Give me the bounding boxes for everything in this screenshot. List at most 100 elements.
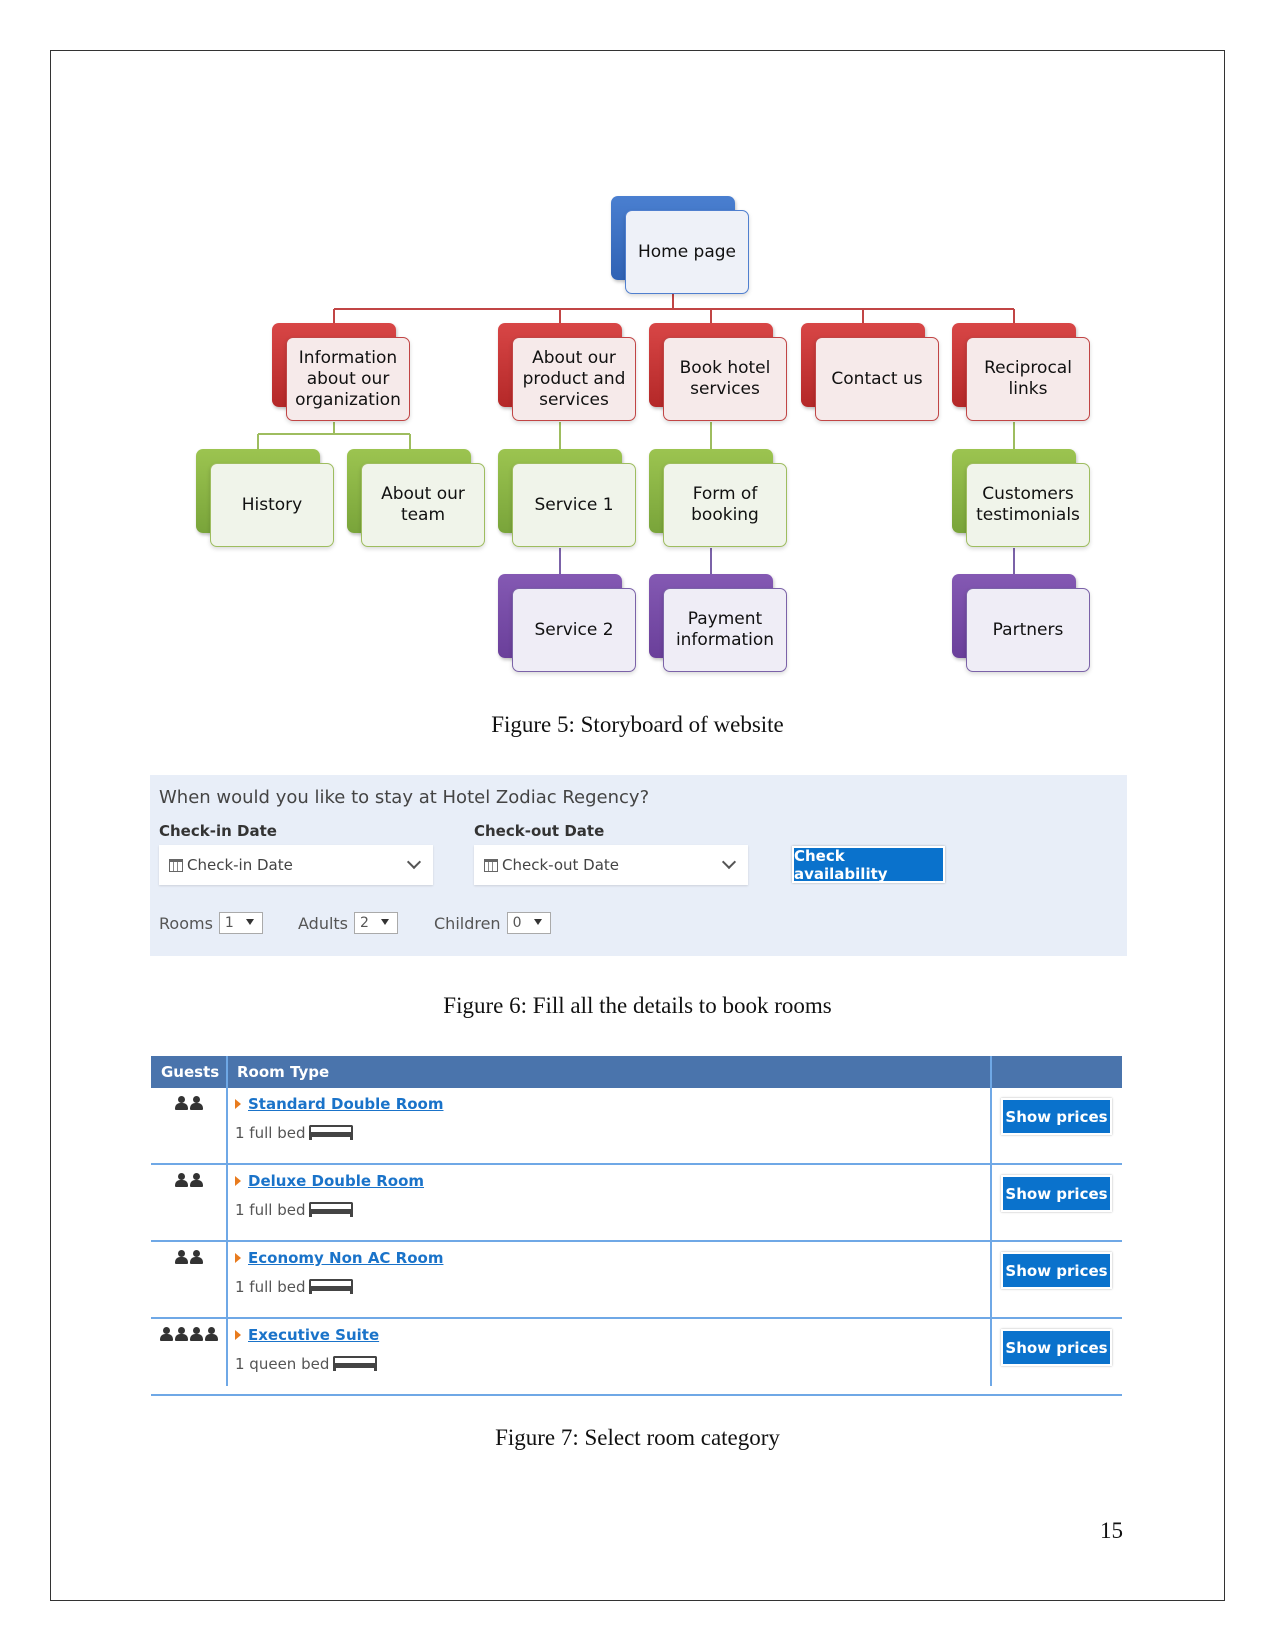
checkout-date-select[interactable]: Check-out Date: [474, 845, 748, 885]
bed-text: 1 full bed: [235, 1124, 306, 1142]
node-service-1: Service 1: [498, 449, 636, 547]
booking-form: When would you like to stay at Hotel Zod…: [150, 775, 1127, 956]
figure-6-caption: Figure 6: Fill all the details to book r…: [443, 993, 832, 1018]
table-row: Economy Non AC Room 1 full bed Show prices: [151, 1242, 1122, 1319]
bed-text: 1 queen bed: [235, 1355, 330, 1373]
checkout-label: Check-out Date: [474, 822, 605, 840]
room-name: Economy Non AC Room: [248, 1249, 444, 1267]
figure-7-caption: Figure 7: Select room category: [495, 1425, 780, 1450]
children-value: 0: [512, 915, 522, 931]
dropdown-arrow-icon: [381, 919, 390, 925]
children-field: Children 0: [434, 912, 551, 934]
person-icon: [175, 1250, 188, 1264]
node-reciprocal-links: Reciprocal links: [952, 323, 1090, 421]
bed-info: 1 queen bed: [235, 1355, 379, 1373]
rooms-value: 1: [224, 915, 234, 931]
show-prices-button[interactable]: Show prices: [1001, 1175, 1112, 1212]
person-icon: [205, 1327, 218, 1341]
room-name-link[interactable]: Economy Non AC Room: [235, 1249, 443, 1267]
person-icon: [190, 1173, 203, 1187]
node-contact-us: Contact us: [801, 323, 939, 421]
adults-label: Adults: [298, 913, 349, 933]
rooms-field: Rooms 1: [159, 912, 263, 934]
table-row: Executive Suite 1 queen bed Show prices: [151, 1319, 1122, 1396]
caret-right-icon: [235, 1099, 241, 1109]
caret-right-icon: [235, 1330, 241, 1340]
checkout-placeholder: Check-out Date: [502, 856, 620, 874]
bed-info: 1 full bed: [235, 1201, 354, 1219]
person-icon: [175, 1173, 188, 1187]
room-name-link[interactable]: Executive Suite: [235, 1326, 379, 1344]
show-prices-button[interactable]: Show prices: [1001, 1252, 1112, 1289]
table-row: Deluxe Double Room 1 full bed Show prices: [151, 1165, 1122, 1242]
checkin-placeholder: Check-in Date: [187, 856, 293, 874]
rooms-label: Rooms: [159, 913, 213, 933]
bed-info: 1 full bed: [235, 1124, 354, 1142]
adults-value: 2: [360, 915, 369, 931]
person-icon: [190, 1250, 203, 1264]
room-name: Executive Suite: [248, 1326, 380, 1344]
person-icon: [175, 1327, 188, 1341]
children-label: Children: [434, 913, 501, 933]
guests-icon-group: [151, 1327, 227, 1341]
checkin-date-select[interactable]: Check-in Date: [159, 845, 433, 885]
dropdown-arrow-icon: [533, 919, 542, 925]
header-room-type: Room Type: [237, 1063, 330, 1081]
node-about-team: About our team: [347, 449, 485, 547]
node-information: Information about our organization: [272, 323, 410, 421]
room-name: Standard Double Room: [248, 1095, 444, 1113]
checkin-label: Check-in Date: [159, 822, 277, 840]
room-name-link[interactable]: Deluxe Double Room: [235, 1172, 424, 1190]
caret-right-icon: [235, 1253, 241, 1263]
guests-icon-group: [151, 1096, 227, 1110]
calendar-icon: [484, 858, 498, 872]
chevron-down-icon: [406, 854, 422, 870]
adults-select[interactable]: 2: [354, 912, 399, 934]
chevron-down-icon: [721, 854, 737, 870]
check-availability-button[interactable]: Check availability: [792, 846, 945, 883]
header-guests: Guests: [161, 1063, 220, 1081]
rooms-select[interactable]: 1: [218, 912, 263, 934]
node-customers-testimonials: Customers testimonials: [952, 449, 1090, 547]
connector-home-level2: [333, 294, 1015, 324]
table-body: Standard Double Room 1 full bed Show price…: [151, 1088, 1122, 1396]
table-header: Guests Room Type: [151, 1056, 1122, 1088]
dropdown-arrow-icon: [245, 919, 254, 925]
bed-text: 1 full bed: [235, 1201, 306, 1219]
caret-right-icon: [235, 1176, 241, 1186]
table-row: Standard Double Room 1 full bed Show price…: [151, 1088, 1122, 1165]
room-name-link[interactable]: Standard Double Room: [235, 1095, 444, 1113]
node-home-page: Home page: [611, 196, 749, 294]
person-icon: [190, 1096, 203, 1110]
node-form-booking: Form of booking: [649, 449, 787, 547]
show-prices-button[interactable]: Show prices: [1001, 1098, 1112, 1135]
guests-icon-group: [151, 1250, 227, 1264]
booking-question: When would you like to stay at Hotel Zod…: [159, 787, 650, 808]
node-history: History: [196, 449, 334, 547]
node-payment-information: Payment information: [649, 574, 787, 672]
show-prices-button[interactable]: Show prices: [1001, 1329, 1112, 1366]
connector-info-children: [257, 422, 411, 450]
guests-icon-group: [151, 1173, 227, 1187]
calendar-icon: [169, 858, 183, 872]
node-service-2: Service 2: [498, 574, 636, 672]
node-about-product: About our product and services: [498, 323, 636, 421]
person-icon: [190, 1327, 203, 1341]
page-number: 15: [1100, 1518, 1123, 1543]
column-divider: [226, 1056, 228, 1386]
person-icon: [160, 1327, 173, 1341]
room-type-table: Guests Room Type Standard Double Room 1 f…: [151, 1056, 1122, 1396]
bed-icon: [309, 1202, 354, 1218]
bed-icon: [309, 1279, 354, 1295]
room-name: Deluxe Double Room: [248, 1172, 425, 1190]
person-icon: [175, 1096, 188, 1110]
node-partners: Partners: [952, 574, 1090, 672]
node-book-hotel: Book hotel services: [649, 323, 787, 421]
bed-icon: [309, 1125, 354, 1141]
bed-info: 1 full bed: [235, 1278, 354, 1296]
storyboard-diagram: Home page Information about our organiza…: [0, 0, 1275, 700]
children-select[interactable]: 0: [506, 912, 551, 934]
column-divider: [990, 1056, 992, 1386]
adults-field: Adults 2: [298, 912, 399, 934]
figure-5-caption: Figure 5: Storyboard of website: [491, 712, 784, 737]
